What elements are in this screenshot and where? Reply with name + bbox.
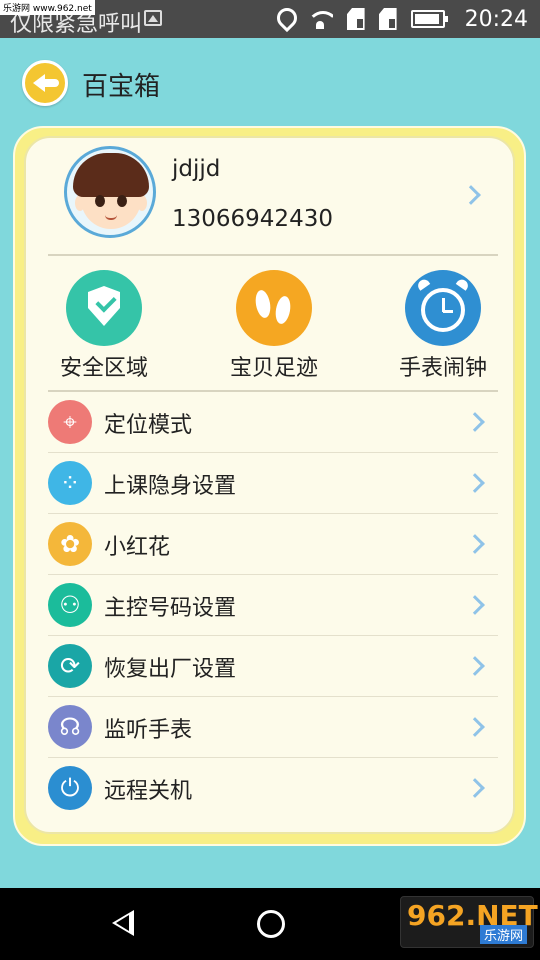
menu-item-label: 主控号码设置 (104, 596, 237, 621)
nav-back-icon[interactable] (112, 910, 134, 936)
menu-item-label: 恢复出厂设置 (104, 657, 237, 682)
menu-item-class-stealth[interactable]: ⁘ 上课隐身设置 (48, 453, 498, 514)
hidden-person-icon: ⁘ (48, 461, 92, 505)
tool-footprints[interactable]: 宝贝足迹 (204, 270, 344, 381)
brand-logo: 962.NET 乐游网 (400, 896, 538, 948)
navigation-bar: 962.NET 乐游网 (0, 888, 540, 960)
chevron-right-icon (465, 778, 485, 798)
chevron-right-icon (465, 473, 485, 493)
tool-label: 安全区域 (59, 356, 148, 381)
battery-icon (410, 10, 448, 28)
chevron-right-icon (465, 412, 485, 432)
page-title: 百宝箱 (82, 72, 161, 102)
back-arrow-icon[interactable] (22, 60, 68, 106)
toolbox-card: jdjjd 13066942430 安全区域 宝贝足迹 手表闹钟 ⌖ 定位模式 … (13, 126, 526, 846)
chevron-right-icon (465, 595, 485, 615)
user-settings-icon: ⚇ (48, 583, 92, 627)
chevron-right-icon (465, 717, 485, 737)
sim2-icon (378, 8, 397, 30)
chevron-right-icon (465, 656, 485, 676)
shield-check-icon (66, 270, 142, 346)
menu-item-remote-shutdown[interactable]: ⏻ 远程关机 (48, 758, 498, 819)
tool-label: 宝贝足迹 (229, 356, 318, 381)
tool-safe-zone[interactable]: 安全区域 (34, 270, 174, 381)
location-icon (275, 8, 293, 30)
footprints-icon (236, 270, 312, 346)
menu-item-red-flower[interactable]: ✿ 小红花 (48, 514, 498, 575)
menu-item-factory-reset[interactable]: ⟳ 恢复出厂设置 (48, 636, 498, 697)
flower-icon: ✿ (48, 522, 92, 566)
status-bar: 仅限紧急呼叫 乐游网 www.962.net 20:24 (0, 0, 540, 38)
menu-item-label: 上课隐身设置 (104, 474, 237, 499)
menu-item-monitor-watch[interactable]: ☊ 监听手表 (48, 697, 498, 758)
brand-sub-text: 乐游网 (479, 925, 527, 944)
gallery-icon (144, 10, 162, 26)
divider (48, 254, 498, 256)
menu-item-location-mode[interactable]: ⌖ 定位模式 (48, 392, 498, 453)
menu-item-label: 定位模式 (104, 413, 193, 438)
chevron-right-icon (465, 534, 485, 554)
menu-item-label: 小红花 (104, 535, 171, 560)
profile-row[interactable]: jdjjd 13066942430 (26, 138, 513, 258)
tool-label: 手表闹钟 (398, 356, 487, 381)
profile-phone: 13066942430 (172, 206, 333, 232)
nav-home-icon[interactable] (257, 910, 285, 938)
avatar (64, 146, 156, 238)
power-icon: ⏻ (48, 766, 92, 810)
menu-item-label: 监听手表 (104, 718, 193, 743)
location-pin-icon: ⌖ (48, 400, 92, 444)
settings-menu: ⌖ 定位模式 ⁘ 上课隐身设置 ✿ 小红花 ⚇ 主控号码设置 ⟳ 恢复出厂设置 … (48, 392, 498, 819)
status-icons: 20:24 (275, 4, 528, 34)
menu-item-master-number[interactable]: ⚇ 主控号码设置 (48, 575, 498, 636)
headphones-icon: ☊ (48, 705, 92, 749)
profile-username: jdjjd (172, 156, 221, 182)
menu-item-label: 远程关机 (104, 779, 193, 804)
refresh-icon: ⟳ (48, 644, 92, 688)
quick-tools: 安全区域 宝贝足迹 手表闹钟 (26, 270, 513, 381)
watermark: 乐游网 www.962.net (0, 0, 95, 15)
wifi-icon (306, 9, 333, 29)
chevron-right-icon (461, 185, 481, 205)
header: 百宝箱 (0, 38, 540, 128)
tool-watch-alarm[interactable]: 手表闹钟 (373, 270, 513, 381)
alarm-clock-icon (405, 270, 481, 346)
sim1-icon (346, 8, 365, 30)
clock-time: 20:24 (464, 6, 528, 32)
toolbox-card-inner: jdjjd 13066942430 安全区域 宝贝足迹 手表闹钟 ⌖ 定位模式 … (24, 136, 515, 834)
